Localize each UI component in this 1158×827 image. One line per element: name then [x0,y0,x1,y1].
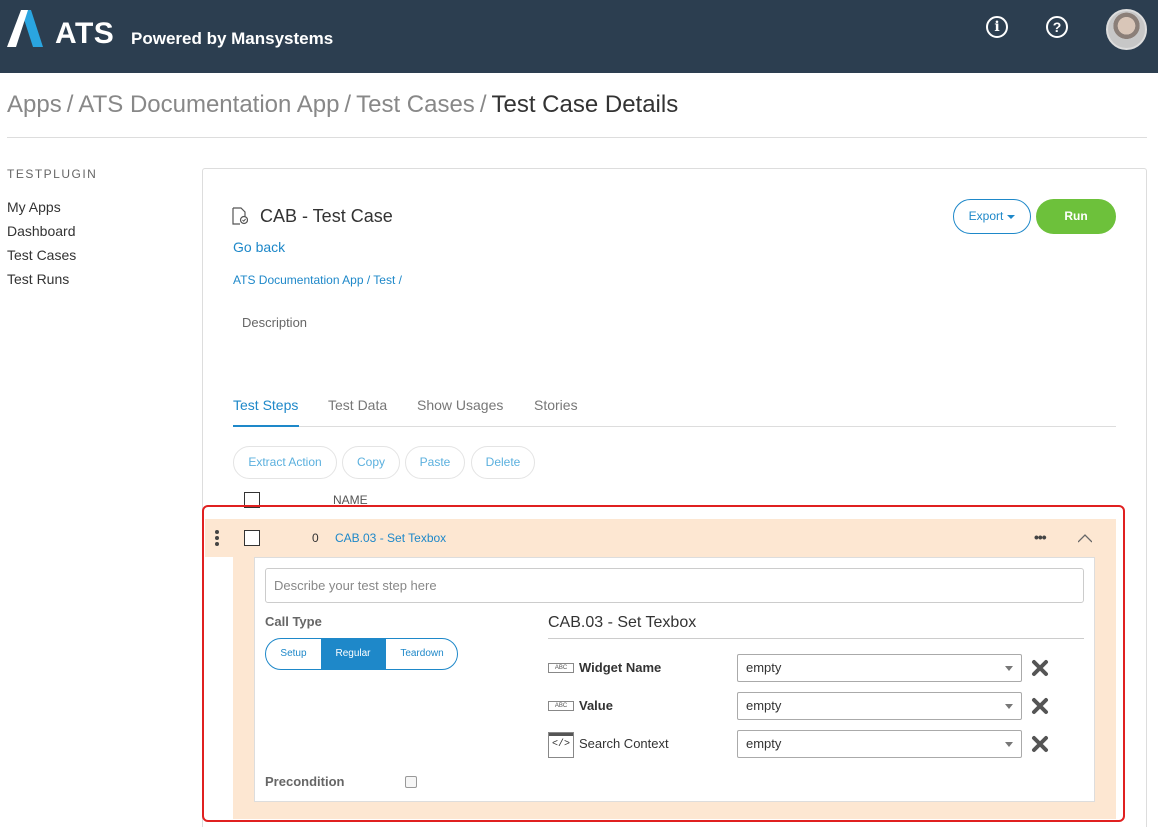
precondition-label: Precondition [265,774,345,789]
more-options-icon[interactable]: ••• [1034,529,1047,545]
breadcrumb-apps[interactable]: Apps [7,91,62,118]
go-back-link[interactable]: Go back [233,239,285,255]
breadcrumb-separator: / [479,91,487,118]
logo-text[interactable]: ATS [55,17,114,51]
top-bar: ATS Powered by Mansystems i ? [0,0,1158,73]
test-case-title: CAB - Test Case [260,206,393,226]
sidebar-item-my-apps[interactable]: My Apps [7,195,97,219]
call-type-regular[interactable]: Regular [321,639,385,669]
copy-button[interactable]: Copy [342,446,400,479]
param-label-value: Value [579,698,613,713]
description-label[interactable]: Description [242,315,307,330]
param-label-search-context: Search Context [579,736,669,751]
dropdown-arrow-icon [1005,742,1013,747]
divider [548,638,1084,639]
tab-show-usages[interactable]: Show Usages [417,397,503,427]
select-all-checkbox[interactable] [244,492,260,508]
logo-subtitle: Powered by Mansystems [131,29,334,48]
code-param-icon: </> [548,732,574,758]
precondition-checkbox[interactable] [405,776,417,788]
dropdown-arrow-icon [1005,666,1013,671]
remove-icon[interactable] [1031,735,1049,753]
tab-test-steps[interactable]: Test Steps [233,397,299,427]
sidebar: TESTPLUGIN My Apps Dashboard Test Cases … [7,167,97,291]
param-value: empty [746,660,782,675]
param-value: empty [746,698,782,713]
action-title: CAB.03 - Set Texbox [548,614,697,631]
breadcrumb-separator: / [344,91,352,118]
dropdown-arrow-icon [1005,704,1013,709]
step-description-input[interactable] [265,568,1084,603]
step-name-link[interactable]: CAB.03 - Set Texbox [335,531,446,545]
ats-logo-icon[interactable] [7,10,49,47]
sidebar-item-dashboard[interactable]: Dashboard [7,219,97,243]
drag-handle-icon[interactable] [215,530,221,546]
chevron-up-icon[interactable] [1078,531,1092,545]
test-case-icon [232,207,248,225]
delete-button[interactable]: Delete [471,446,535,479]
param-select-widget-name[interactable]: empty [737,654,1022,682]
param-value: empty [746,736,782,751]
breadcrumb-current: Test Case Details [491,91,679,118]
step-left-gutter [205,557,233,819]
column-header-name: NAME [333,493,368,507]
avatar[interactable] [1106,9,1147,50]
sidebar-item-test-cases[interactable]: Test Cases [7,243,97,267]
call-type-segmented: Setup Regular Teardown [265,638,458,670]
breadcrumb-test-cases[interactable]: Test Cases [356,91,475,118]
breadcrumb: Apps / ATS Documentation App / Test Cases / Te… [7,91,678,119]
text-param-icon: ABC [548,663,574,673]
run-button[interactable]: Run [1036,199,1116,234]
paste-button[interactable]: Paste [405,446,465,479]
caret-down-icon [1007,214,1016,219]
step-number: 0 [312,531,319,545]
sidebar-item-test-runs[interactable]: Test Runs [7,267,97,291]
export-button[interactable]: Export [953,199,1031,234]
call-type-label: Call Type [265,614,322,629]
param-select-value[interactable]: empty [737,692,1022,720]
export-label: Export [968,209,1004,223]
step-checkbox[interactable] [244,530,260,546]
param-label-widget-name: Widget Name [579,660,662,675]
call-type-setup[interactable]: Setup [266,639,321,669]
breadcrumb-app[interactable]: ATS Documentation App [78,91,339,118]
sidebar-heading: TESTPLUGIN [7,167,98,181]
tab-bar: Test Steps Test Data Show Usages Stories [233,397,1116,427]
breadcrumb-separator: / [66,91,74,118]
divider [7,137,1147,138]
text-param-icon: ABC [548,701,574,711]
info-icon[interactable]: i [986,16,1008,38]
tab-stories[interactable]: Stories [534,397,578,427]
param-select-search-context[interactable]: empty [737,730,1022,758]
tab-test-data[interactable]: Test Data [328,397,387,427]
remove-icon[interactable] [1031,659,1049,677]
call-type-teardown[interactable]: Teardown [386,639,457,669]
test-case-path[interactable]: ATS Documentation App / Test / [233,273,402,287]
extract-action-button[interactable]: Extract Action [233,446,337,479]
remove-icon[interactable] [1031,697,1049,715]
help-icon[interactable]: ? [1046,16,1068,38]
